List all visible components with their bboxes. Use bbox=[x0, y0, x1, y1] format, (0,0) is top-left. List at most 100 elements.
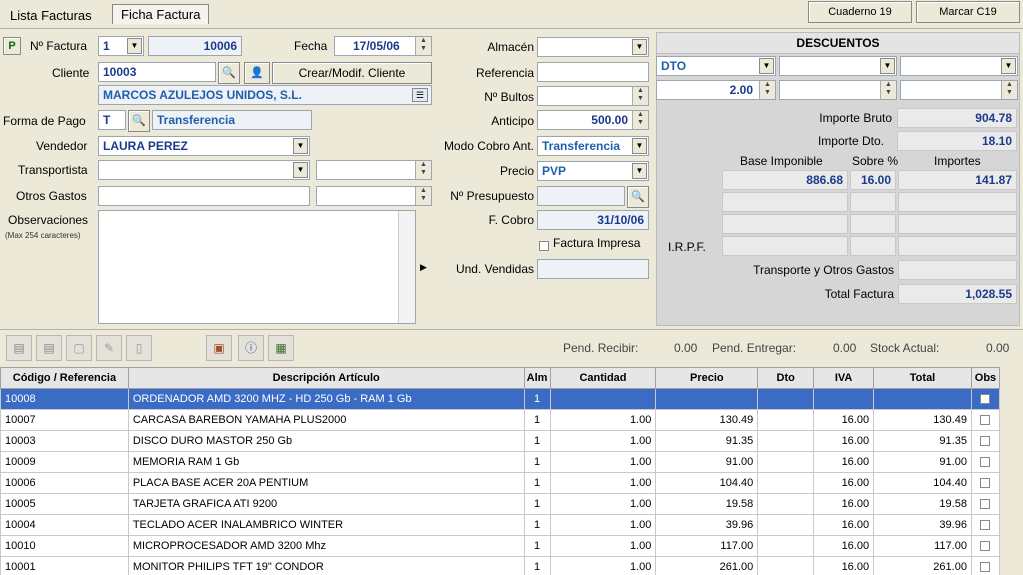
cell-dto[interactable] bbox=[757, 514, 815, 536]
cell-precio[interactable]: 117.00 bbox=[655, 535, 759, 557]
observaciones-scrollbar[interactable] bbox=[398, 211, 415, 323]
forma-pago-code-field[interactable]: T bbox=[98, 110, 126, 130]
transportista-select[interactable]: ▼ bbox=[98, 160, 310, 180]
table-row[interactable]: 10003 DISCO DURO MASTOR 250 Gb 1 1.00 91.35 1… bbox=[0, 430, 1001, 452]
cuaderno-19-button[interactable]: Cuaderno 19 bbox=[808, 1, 912, 23]
table-row[interactable]: 10006 PLACA BASE ACER 20A PENTIUM 1 1.00 104… bbox=[0, 472, 1001, 494]
cell-precio[interactable]: 91.00 bbox=[655, 451, 759, 473]
dto-value-field-3[interactable]: ▲ ▼ bbox=[900, 80, 1018, 100]
obs-checkbox[interactable] bbox=[970, 514, 1001, 536]
cell-alm[interactable]: 1 bbox=[523, 535, 551, 557]
spin-icon[interactable]: ▲ ▼ bbox=[415, 187, 431, 205]
list-icon[interactable]: ☰ bbox=[412, 88, 428, 102]
anticipo-field[interactable]: 500.00 ▲ ▼ bbox=[537, 110, 649, 130]
cell-cantidad[interactable]: 1.00 bbox=[549, 472, 657, 494]
cell-iva[interactable]: 16.00 bbox=[813, 409, 875, 431]
cell-codigo[interactable]: 10005 bbox=[0, 493, 129, 515]
cell-descripcion[interactable]: TARJETA GRAFICA ATI 9200 bbox=[127, 493, 525, 515]
cell-precio[interactable]: 104.40 bbox=[655, 472, 759, 494]
marcar-c19-button[interactable]: Marcar C19 bbox=[916, 1, 1020, 23]
chevron-down-icon[interactable]: ▼ bbox=[632, 163, 647, 179]
cell-dto[interactable] bbox=[757, 430, 815, 452]
precio-select[interactable]: PVP ▼ bbox=[537, 161, 649, 181]
cell-alm[interactable]: 1 bbox=[523, 451, 551, 473]
obs-checkbox[interactable] bbox=[970, 409, 1001, 431]
tab-ficha-factura[interactable]: Ficha Factura bbox=[112, 4, 210, 24]
f-cobro-field[interactable]: 31/10/06 bbox=[537, 210, 649, 230]
cell-total[interactable]: 91.35 bbox=[873, 430, 972, 452]
cell-descripcion[interactable]: ORDENADOR AMD 3200 MHZ - HD 250 Gb - RAM… bbox=[127, 388, 525, 410]
cell-precio[interactable]: 261.00 bbox=[655, 556, 759, 575]
cell-iva[interactable]: 16.00 bbox=[813, 535, 875, 557]
col-dto[interactable]: Dto bbox=[757, 367, 815, 389]
cell-iva[interactable] bbox=[813, 388, 875, 410]
cell-iva[interactable]: 16.00 bbox=[813, 430, 875, 452]
cell-iva[interactable]: 16.00 bbox=[813, 472, 875, 494]
fecha-field[interactable]: 17/05/06 ▲ ▼ bbox=[334, 36, 432, 56]
almacen-select[interactable]: ▼ bbox=[537, 37, 649, 57]
search-presupuesto-button[interactable]: 🔍 bbox=[627, 186, 649, 208]
obs-checkbox[interactable] bbox=[970, 430, 1001, 452]
cell-total[interactable]: 91.00 bbox=[873, 451, 972, 473]
cell-cantidad[interactable]: 1.00 bbox=[549, 430, 657, 452]
table-row[interactable]: 10010 MICROPROCESADOR AMD 3200 Mhz 1 1.00 11… bbox=[0, 535, 1001, 557]
obs-checkbox[interactable] bbox=[970, 556, 1001, 575]
cell-descripcion[interactable]: MICROPROCESADOR AMD 3200 Mhz bbox=[127, 535, 525, 557]
cell-descripcion[interactable]: MEMORIA RAM 1 Gb bbox=[127, 451, 525, 473]
cell-codigo[interactable]: 10003 bbox=[0, 430, 129, 452]
transportista-amount-field[interactable]: ▲ ▼ bbox=[316, 160, 432, 180]
table-row[interactable]: 10005 TARJETA GRAFICA ATI 9200 1 1.00 19.58 1… bbox=[0, 493, 1001, 515]
dto-value-field[interactable]: 2.00 ▲ ▼ bbox=[656, 80, 776, 100]
cell-alm[interactable]: 1 bbox=[523, 493, 551, 515]
delete-line-button[interactable]: ▯ bbox=[126, 335, 152, 361]
cell-alm[interactable]: 1 bbox=[523, 556, 551, 575]
table-row[interactable]: 10004 TECLADO ACER INALAMBRICO WINTER 1 1.0… bbox=[0, 514, 1001, 536]
cell-dto[interactable] bbox=[757, 556, 815, 575]
cell-codigo[interactable]: 10009 bbox=[0, 451, 129, 473]
cell-descripcion[interactable]: TECLADO ACER INALAMBRICO WINTER bbox=[127, 514, 525, 536]
add-line-button[interactable]: ▤ bbox=[6, 335, 32, 361]
cell-total[interactable]: 261.00 bbox=[873, 556, 972, 575]
cell-precio[interactable]: 130.49 bbox=[655, 409, 759, 431]
search-cliente-button[interactable]: 🔍 bbox=[218, 62, 240, 84]
num-factura-field[interactable]: 10006 bbox=[148, 36, 242, 56]
expand-arrow-icon[interactable]: ▶ bbox=[420, 262, 427, 273]
referencia-field[interactable] bbox=[537, 62, 649, 82]
cell-iva[interactable]: 16.00 bbox=[813, 451, 875, 473]
cliente-code-field[interactable]: 10003 bbox=[98, 62, 216, 82]
col-precio[interactable]: Precio bbox=[655, 367, 759, 389]
cell-dto[interactable] bbox=[757, 451, 815, 473]
chevron-down-icon[interactable]: ▼ bbox=[632, 39, 647, 55]
chevron-down-icon[interactable]: ▼ bbox=[759, 58, 774, 74]
dto-select[interactable]: DTO ▼ bbox=[656, 56, 776, 76]
table-row[interactable]: 10008 ORDENADOR AMD 3200 MHZ - HD 250 Gb … bbox=[0, 388, 1001, 410]
cell-total[interactable]: 104.40 bbox=[873, 472, 972, 494]
cell-dto[interactable] bbox=[757, 409, 815, 431]
cell-codigo[interactable]: 10008 bbox=[0, 388, 129, 410]
cell-precio[interactable]: 19.58 bbox=[655, 493, 759, 515]
spin-icon[interactable]: ▲ ▼ bbox=[759, 81, 775, 99]
cell-dto[interactable] bbox=[757, 493, 815, 515]
chevron-down-icon[interactable]: ▼ bbox=[632, 138, 647, 154]
table-row[interactable]: 10007 CARCASA BAREBON YAMAHA PLUS2000 1 1.0… bbox=[0, 409, 1001, 431]
crear-cliente-button[interactable]: Crear/Modif. Cliente bbox=[272, 62, 432, 84]
lines-table[interactable]: Código / Referencia Descripción Artículo… bbox=[0, 367, 1001, 575]
chevron-down-icon[interactable]: ▼ bbox=[293, 162, 308, 178]
obs-checkbox[interactable] bbox=[970, 535, 1001, 557]
cell-descripcion[interactable]: CARCASA BAREBON YAMAHA PLUS2000 bbox=[127, 409, 525, 431]
cell-alm[interactable]: 1 bbox=[523, 472, 551, 494]
obs-checkbox[interactable] bbox=[970, 388, 1001, 410]
cell-cantidad[interactable]: 1.00 bbox=[549, 451, 657, 473]
tab-lista-facturas[interactable]: Lista Facturas bbox=[2, 6, 100, 25]
num-factura-serie-select[interactable]: 1 ▼ bbox=[98, 36, 144, 56]
obs-checkbox[interactable] bbox=[970, 472, 1001, 494]
spin-icon[interactable]: ▲ ▼ bbox=[415, 37, 431, 55]
cell-descripcion[interactable]: DISCO DURO MASTOR 250 Gb bbox=[127, 430, 525, 452]
cell-alm[interactable]: 1 bbox=[523, 409, 551, 431]
factura-impresa-checkbox[interactable] bbox=[539, 238, 549, 252]
modo-cobro-select[interactable]: Transferencia ▼ bbox=[537, 136, 649, 156]
cell-cantidad[interactable]: 1.00 bbox=[549, 535, 657, 557]
col-codigo[interactable]: Código / Referencia bbox=[0, 367, 129, 389]
cell-cantidad[interactable]: 1.00 bbox=[549, 409, 657, 431]
insert-line-button[interactable]: ▤ bbox=[36, 335, 62, 361]
